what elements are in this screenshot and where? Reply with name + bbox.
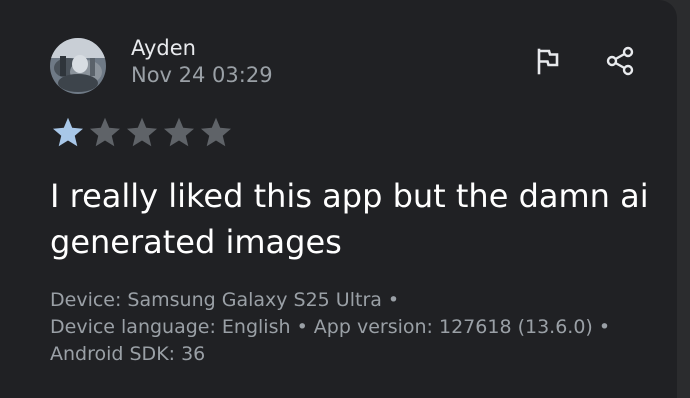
star-empty-icon [127,117,157,147]
device-info-line: Device: Samsung Galaxy S25 Ultra • [50,289,400,311]
review-card: Ayden Nov 24 03:29 I really liked this a… [0,0,677,398]
star-empty-icon [201,117,231,147]
star-empty-icon [90,117,120,147]
star-filled-icon [53,117,83,147]
rating-stars [50,114,234,150]
star-empty-icon [164,117,194,147]
flag-button[interactable] [527,41,567,81]
share-button[interactable] [600,41,640,81]
device-info: Device: Samsung Galaxy S25 Ultra • Devic… [50,287,660,368]
review-text: I really liked this app but the damn ai … [50,177,649,261]
device-info-line: Device language: English • App version: … [50,316,611,338]
avatar-image [50,38,106,94]
device-info-line: Android SDK: 36 [50,343,206,365]
avatar[interactable] [50,38,106,94]
review-date: Nov 24 03:29 [131,63,273,87]
share-icon [606,46,634,76]
flag-icon [537,48,559,75]
author-name: Ayden [131,36,196,60]
